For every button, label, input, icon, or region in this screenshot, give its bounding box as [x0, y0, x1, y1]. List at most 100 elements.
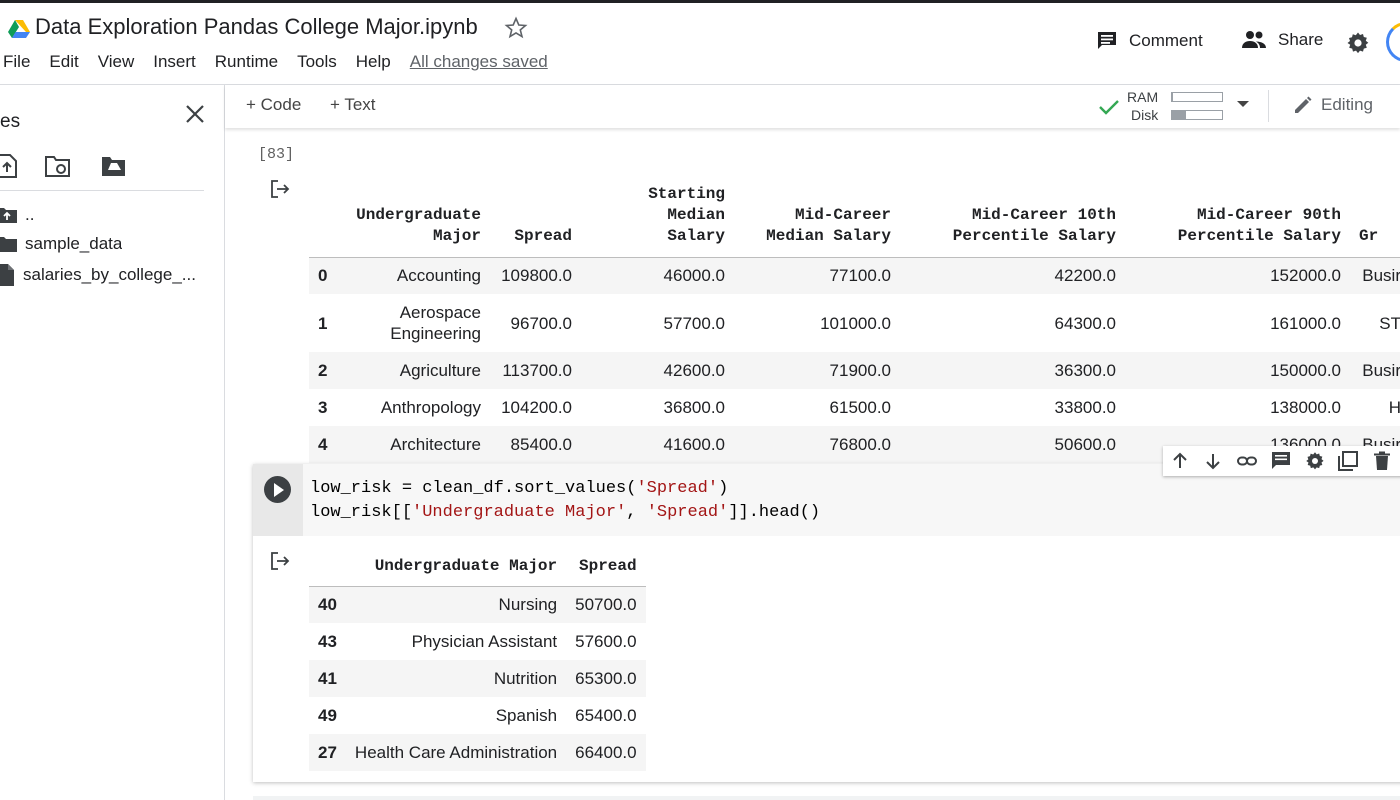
google-drive-icon[interactable] — [8, 19, 30, 39]
comment-icon[interactable] — [1271, 451, 1291, 471]
table-header-index — [309, 541, 346, 587]
table-cell: 65300.0 — [566, 660, 646, 697]
delete-icon[interactable] — [1372, 451, 1392, 471]
people-icon — [1242, 31, 1266, 48]
code-token: ) — [718, 479, 729, 498]
table-row: 2 Agriculture 113700.0 42600.0 71900.0 3… — [309, 352, 1400, 389]
table-cell: Busir — [1350, 352, 1400, 389]
table-cell: Aerospace Engineering — [390, 303, 481, 343]
row-index: 4 — [309, 426, 339, 463]
table-cell: 66400.0 — [566, 734, 646, 771]
toolbar-separator — [1268, 90, 1269, 122]
sidebar-item-sample-data[interactable]: sample_data — [0, 234, 215, 254]
table-cell: 96700.0 — [510, 313, 572, 333]
sidebar-item-salaries-csv[interactable]: salaries_by_college_... — [0, 264, 215, 286]
row-index: 27 — [309, 734, 346, 771]
star-icon[interactable] — [504, 16, 528, 40]
table-cell: 138000.0 — [1270, 397, 1341, 417]
run-cell-button[interactable] — [264, 476, 291, 503]
row-index: 2 — [309, 352, 339, 389]
output-icon[interactable] — [269, 178, 291, 200]
settings-gear-icon[interactable] — [1346, 31, 1370, 55]
menu-view[interactable]: View — [98, 52, 135, 72]
table-header: Mid-Career Median Salary — [734, 155, 900, 258]
comment-icon — [1098, 32, 1116, 49]
mount-drive-icon[interactable] — [100, 153, 128, 179]
add-code-button[interactable]: + Code — [246, 95, 301, 115]
output-dataframe-2: Undergraduate Major Spread 40 Nursing 50… — [309, 541, 646, 771]
table-cell: Health Care Administration — [345, 734, 567, 771]
ram-usage-bar — [1171, 92, 1223, 102]
table-cell: Physician Assistant — [411, 631, 558, 651]
table-cell: 150000.0 — [1125, 352, 1350, 389]
code-string: 'Undergraduate Major' — [412, 503, 627, 522]
code-token: low_risk[[ — [310, 503, 413, 522]
refresh-folder-icon[interactable] — [44, 153, 72, 179]
table-cell: Accounting — [339, 257, 490, 294]
runtime-dropdown-caret-icon[interactable] — [1237, 101, 1249, 107]
editing-label: Editing — [1321, 95, 1373, 114]
code-line: low_risk = clean_df.sort_values('Spread'… — [310, 479, 728, 498]
table-cell: 85400.0 — [490, 426, 581, 463]
connected-check-icon — [1099, 100, 1119, 115]
gear-icon[interactable] — [1305, 451, 1325, 471]
code-token: ]].head() — [728, 503, 821, 522]
sidebar-item-label: .. — [25, 205, 35, 224]
sidebar-title: es — [0, 111, 21, 132]
cell-gutter — [253, 464, 303, 536]
close-icon[interactable] — [184, 103, 206, 125]
notebook-title[interactable]: Data Exploration Pandas College Major.ip… — [35, 14, 478, 40]
cell-toolbar — [1163, 446, 1400, 476]
table-cell: 64300.0 — [1054, 313, 1116, 333]
move-down-icon[interactable] — [1203, 451, 1223, 471]
editing-mode-button[interactable]: Editing — [1293, 95, 1373, 115]
move-up-icon[interactable] — [1170, 451, 1190, 471]
table-cell: Nursing — [345, 586, 567, 623]
table-cell: 65400.0 — [575, 705, 637, 725]
row-index: 43 — [318, 631, 337, 651]
table-header: Mid-Career 90th Percentile Salary — [1125, 155, 1350, 258]
menu-file[interactable]: File — [3, 52, 30, 72]
menu-edit[interactable]: Edit — [49, 52, 78, 72]
table-row: 0 Accounting 109800.0 46000.0 77100.0 42… — [309, 257, 1400, 294]
account-avatar[interactable] — [1386, 22, 1400, 62]
mirror-cell-icon[interactable] — [1338, 451, 1358, 471]
table-cell: 71900.0 — [734, 352, 900, 389]
disk-label: Disk — [1131, 107, 1159, 123]
upload-file-icon[interactable] — [0, 153, 22, 179]
sidebar-item-label: sample_data — [25, 234, 123, 253]
table-cell: Busir — [1350, 257, 1400, 294]
table-cell: Architecture — [339, 426, 490, 463]
table-header: Spread — [490, 155, 581, 258]
save-status-link[interactable]: All changes saved — [410, 52, 548, 72]
share-button[interactable]: Share — [1241, 30, 1323, 50]
comment-button[interactable]: Comment — [1096, 30, 1203, 52]
menu-help[interactable]: Help — [356, 52, 391, 72]
resource-monitor[interactable]: RAM Disk — [1099, 89, 1239, 125]
row-index: 0 — [309, 257, 339, 294]
window-top-border — [0, 0, 1400, 3]
menu-insert[interactable]: Insert — [153, 52, 196, 72]
table-header: Spread — [566, 541, 646, 587]
sidebar-item-parent-dir[interactable]: .. — [0, 205, 215, 225]
row-index: 41 — [309, 660, 346, 697]
table-cell: 33800.0 — [1054, 397, 1116, 417]
add-text-button[interactable]: + Text — [330, 95, 376, 115]
table-cell: 42600.0 — [581, 352, 734, 389]
menu-tools[interactable]: Tools — [297, 52, 337, 72]
table-row: 27 Health Care Administration 66400.0 — [309, 734, 646, 771]
share-label: Share — [1278, 30, 1324, 49]
disk-usage-bar — [1171, 110, 1223, 120]
folder-icon — [0, 237, 17, 252]
pencil-icon — [1295, 96, 1312, 113]
code-string: 'Spread' — [636, 479, 719, 498]
table-row: 43 Physician Assistant 57600.0 — [309, 623, 646, 660]
notebook-toolbar: + Code + Text RAM Disk Editing — [225, 85, 1400, 128]
table-cell: 61500.0 — [829, 397, 891, 417]
link-icon[interactable] — [1237, 451, 1257, 471]
output-icon[interactable] — [269, 550, 291, 572]
table-cell: 109800.0 — [490, 257, 581, 294]
row-index: 3 — [318, 397, 328, 417]
table-cell: 101000.0 — [820, 313, 891, 333]
menu-runtime[interactable]: Runtime — [215, 52, 278, 72]
